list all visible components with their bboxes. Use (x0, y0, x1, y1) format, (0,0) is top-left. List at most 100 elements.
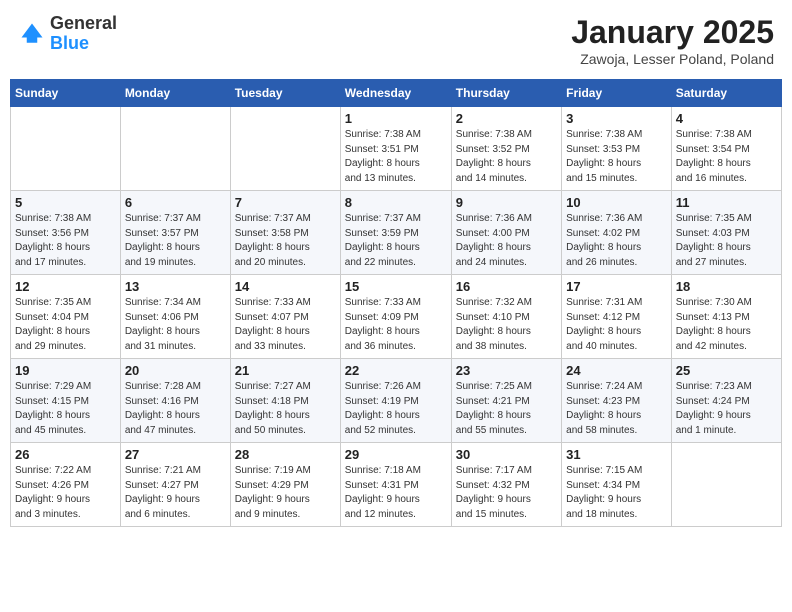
calendar-cell: 30 Sunrise: 7:17 AM Sunset: 4:32 PM Dayli… (451, 443, 561, 527)
calendar-week-row: 1 Sunrise: 7:38 AM Sunset: 3:51 PM Daylig… (11, 107, 782, 191)
calendar-cell: 21 Sunrise: 7:27 AM Sunset: 4:18 PM Dayli… (230, 359, 340, 443)
day-info: Sunrise: 7:37 AM Sunset: 3:58 PM Dayligh… (235, 212, 336, 270)
weekday-header-monday: Monday (120, 80, 230, 107)
day-number: 22 (345, 363, 447, 378)
day-number: 26 (15, 447, 116, 462)
day-number: 1 (345, 111, 447, 126)
day-number: 19 (15, 363, 116, 378)
day-info: Sunrise: 7:30 AM Sunset: 4:13 PM Dayligh… (676, 296, 777, 354)
calendar-cell: 18 Sunrise: 7:30 AM Sunset: 4:13 PM Dayli… (671, 275, 781, 359)
day-info: Sunrise: 7:24 AM Sunset: 4:23 PM Dayligh… (566, 380, 667, 438)
day-info: Sunrise: 7:33 AM Sunset: 4:07 PM Dayligh… (235, 296, 336, 354)
calendar-cell: 5 Sunrise: 7:38 AM Sunset: 3:56 PM Daylig… (11, 191, 121, 275)
calendar-cell: 7 Sunrise: 7:37 AM Sunset: 3:58 PM Daylig… (230, 191, 340, 275)
calendar-cell: 13 Sunrise: 7:34 AM Sunset: 4:06 PM Dayli… (120, 275, 230, 359)
weekday-header-thursday: Thursday (451, 80, 561, 107)
calendar-cell: 4 Sunrise: 7:38 AM Sunset: 3:54 PM Daylig… (671, 107, 781, 191)
calendar-week-row: 19 Sunrise: 7:29 AM Sunset: 4:15 PM Dayli… (11, 359, 782, 443)
day-info: Sunrise: 7:38 AM Sunset: 3:54 PM Dayligh… (676, 128, 777, 186)
day-number: 18 (676, 279, 777, 294)
calendar-week-row: 12 Sunrise: 7:35 AM Sunset: 4:04 PM Dayli… (11, 275, 782, 359)
day-info: Sunrise: 7:25 AM Sunset: 4:21 PM Dayligh… (456, 380, 557, 438)
day-number: 17 (566, 279, 667, 294)
calendar-cell: 12 Sunrise: 7:35 AM Sunset: 4:04 PM Dayli… (11, 275, 121, 359)
calendar-table: SundayMondayTuesdayWednesdayThursdayFrid… (10, 79, 782, 527)
day-info: Sunrise: 7:26 AM Sunset: 4:19 PM Dayligh… (345, 380, 447, 438)
calendar-cell: 20Sunrise: 7:28 AM Sunset: 4:16 PM Dayli… (120, 359, 230, 443)
day-info: Sunrise: 7:18 AM Sunset: 4:31 PM Dayligh… (345, 464, 447, 522)
title-block: January 2025 Zawoja, Lesser Poland, Pola… (571, 14, 774, 67)
calendar-cell: 11 Sunrise: 7:35 AM Sunset: 4:03 PM Dayli… (671, 191, 781, 275)
day-info: Sunrise: 7:36 AM Sunset: 4:00 PM Dayligh… (456, 212, 557, 270)
day-info: Sunrise: 7:19 AM Sunset: 4:29 PM Dayligh… (235, 464, 336, 522)
day-number: 4 (676, 111, 777, 126)
calendar-cell: 31 Sunrise: 7:15 AM Sunset: 4:34 PM Dayli… (562, 443, 672, 527)
calendar-cell: 19 Sunrise: 7:29 AM Sunset: 4:15 PM Dayli… (11, 359, 121, 443)
logo-blue-text: Blue (50, 33, 89, 53)
weekday-header-sunday: Sunday (11, 80, 121, 107)
day-number: 12 (15, 279, 116, 294)
day-info: Sunrise: 7:21 AM Sunset: 4:27 PM Dayligh… (125, 464, 226, 522)
weekday-header-saturday: Saturday (671, 80, 781, 107)
weekday-header-friday: Friday (562, 80, 672, 107)
calendar-cell: 22 Sunrise: 7:26 AM Sunset: 4:19 PM Dayli… (340, 359, 451, 443)
day-info: Sunrise: 7:29 AM Sunset: 4:15 PM Dayligh… (15, 380, 116, 438)
day-number: 6 (125, 195, 226, 210)
logo-icon (18, 20, 46, 48)
day-number: 30 (456, 447, 557, 462)
day-number: 25 (676, 363, 777, 378)
day-number: 23 (456, 363, 557, 378)
calendar-cell: 16Sunrise: 7:32 AM Sunset: 4:10 PM Dayli… (451, 275, 561, 359)
day-number: 29 (345, 447, 447, 462)
calendar-cell: 9 Sunrise: 7:36 AM Sunset: 4:00 PM Daylig… (451, 191, 561, 275)
day-number: 31 (566, 447, 667, 462)
day-info: Sunrise: 7:28 AM Sunset: 4:16 PM Dayligh… (125, 380, 226, 438)
calendar-cell: 1 Sunrise: 7:38 AM Sunset: 3:51 PM Daylig… (340, 107, 451, 191)
day-number: 7 (235, 195, 336, 210)
day-number: 10 (566, 195, 667, 210)
calendar-cell: 3Sunrise: 7:38 AM Sunset: 3:53 PM Daylig… (562, 107, 672, 191)
day-number: 15 (345, 279, 447, 294)
day-number: 13 (125, 279, 226, 294)
calendar-cell: 29 Sunrise: 7:18 AM Sunset: 4:31 PM Dayli… (340, 443, 451, 527)
day-number: 14 (235, 279, 336, 294)
day-number: 21 (235, 363, 336, 378)
calendar-cell (11, 107, 121, 191)
calendar-cell: 15 Sunrise: 7:33 AM Sunset: 4:09 PM Dayli… (340, 275, 451, 359)
day-info: Sunrise: 7:22 AM Sunset: 4:26 PM Dayligh… (15, 464, 116, 522)
day-number: 5 (15, 195, 116, 210)
calendar-cell: 24 Sunrise: 7:24 AM Sunset: 4:23 PM Dayli… (562, 359, 672, 443)
calendar-cell: 8 Sunrise: 7:37 AM Sunset: 3:59 PM Daylig… (340, 191, 451, 275)
calendar-cell: 2Sunrise: 7:38 AM Sunset: 3:52 PM Daylig… (451, 107, 561, 191)
day-number: 11 (676, 195, 777, 210)
day-number: 24 (566, 363, 667, 378)
logo: General Blue (18, 14, 117, 54)
day-info: Sunrise: 7:36 AM Sunset: 4:02 PM Dayligh… (566, 212, 667, 270)
month-title: January 2025 (571, 14, 774, 51)
weekday-header-row: SundayMondayTuesdayWednesdayThursdayFrid… (11, 80, 782, 107)
calendar-week-row: 5 Sunrise: 7:38 AM Sunset: 3:56 PM Daylig… (11, 191, 782, 275)
day-info: Sunrise: 7:31 AM Sunset: 4:12 PM Dayligh… (566, 296, 667, 354)
day-info: Sunrise: 7:17 AM Sunset: 4:32 PM Dayligh… (456, 464, 557, 522)
calendar-cell: 26 Sunrise: 7:22 AM Sunset: 4:26 PM Dayli… (11, 443, 121, 527)
day-info: Sunrise: 7:34 AM Sunset: 4:06 PM Dayligh… (125, 296, 226, 354)
day-info: Sunrise: 7:33 AM Sunset: 4:09 PM Dayligh… (345, 296, 447, 354)
day-info: Sunrise: 7:27 AM Sunset: 4:18 PM Dayligh… (235, 380, 336, 438)
day-info: Sunrise: 7:23 AM Sunset: 4:24 PM Dayligh… (676, 380, 777, 438)
calendar-cell: 6Sunrise: 7:37 AM Sunset: 3:57 PM Daylig… (120, 191, 230, 275)
calendar-cell: 27Sunrise: 7:21 AM Sunset: 4:27 PM Dayli… (120, 443, 230, 527)
day-info: Sunrise: 7:38 AM Sunset: 3:51 PM Dayligh… (345, 128, 447, 186)
day-number: 28 (235, 447, 336, 462)
day-info: Sunrise: 7:35 AM Sunset: 4:04 PM Dayligh… (15, 296, 116, 354)
page-header: General Blue January 2025 Zawoja, Lesser… (10, 10, 782, 71)
day-number: 8 (345, 195, 447, 210)
calendar-cell: 17 Sunrise: 7:31 AM Sunset: 4:12 PM Dayli… (562, 275, 672, 359)
calendar-cell: 23 Sunrise: 7:25 AM Sunset: 4:21 PM Dayli… (451, 359, 561, 443)
day-info: Sunrise: 7:38 AM Sunset: 3:56 PM Dayligh… (15, 212, 116, 270)
day-number: 9 (456, 195, 557, 210)
day-info: Sunrise: 7:37 AM Sunset: 3:59 PM Dayligh… (345, 212, 447, 270)
day-info: Sunrise: 7:35 AM Sunset: 4:03 PM Dayligh… (676, 212, 777, 270)
day-info: Sunrise: 7:15 AM Sunset: 4:34 PM Dayligh… (566, 464, 667, 522)
calendar-cell (230, 107, 340, 191)
day-info: Sunrise: 7:38 AM Sunset: 3:52 PM Dayligh… (456, 128, 557, 186)
